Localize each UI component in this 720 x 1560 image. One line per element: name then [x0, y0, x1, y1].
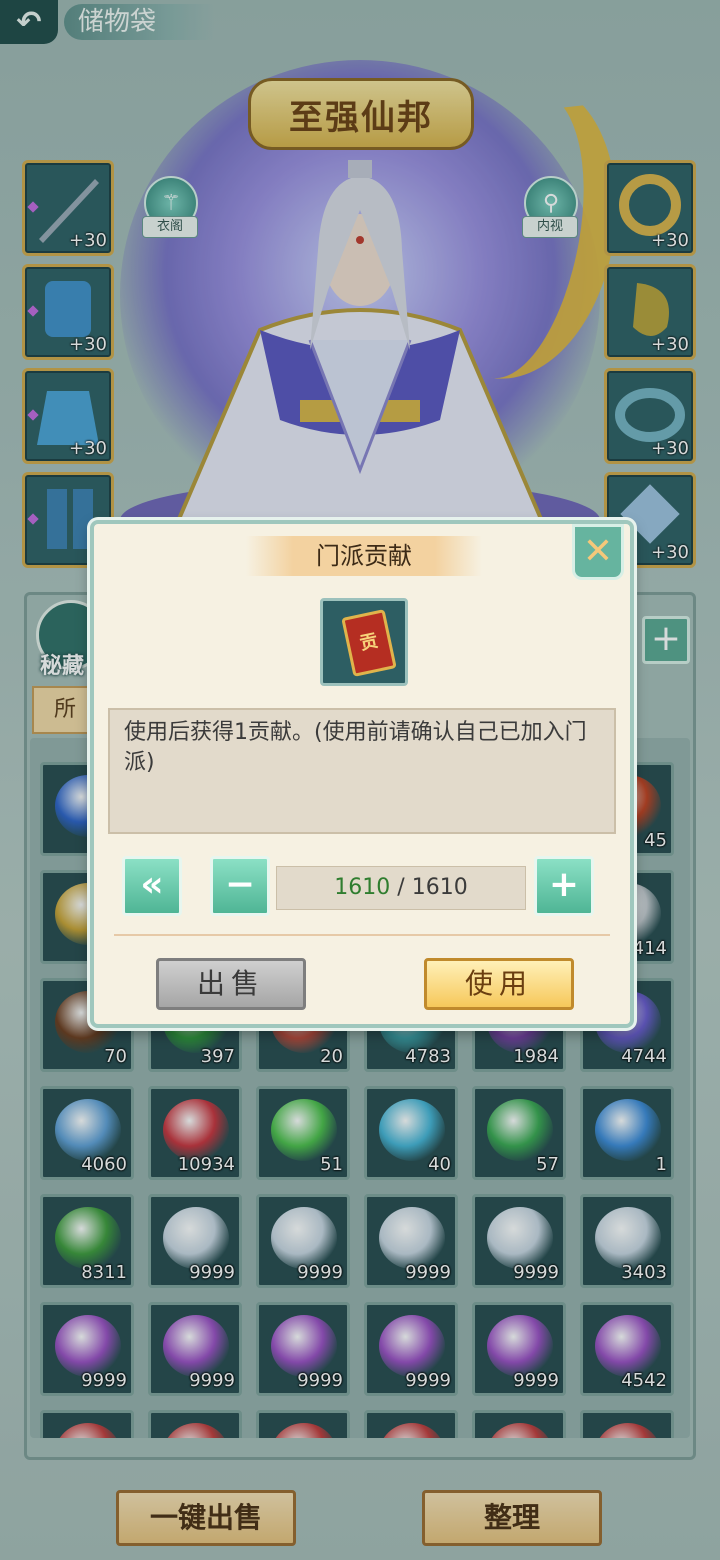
decrease-button[interactable]: − [210, 856, 270, 916]
minus-icon: − [224, 864, 256, 905]
sect-token-icon: 贡 [341, 609, 397, 677]
quantity-separator: / [390, 875, 412, 900]
quantity-max: 1610 [411, 875, 468, 900]
close-icon: ✕ [582, 531, 614, 572]
divider [114, 934, 610, 936]
close-button[interactable]: ✕ [572, 524, 624, 580]
item-icon-slot: 贡 [320, 598, 408, 686]
plus-icon: + [548, 864, 580, 905]
double-chevron-left-icon: « [140, 864, 164, 905]
use-button[interactable]: 使用 [424, 958, 574, 1010]
dialog-title: 门派贡献 [246, 536, 482, 576]
max-button[interactable]: « [122, 856, 182, 916]
quantity-field[interactable]: 1610 / 1610 [276, 866, 526, 910]
increase-button[interactable]: + [534, 856, 594, 916]
quantity-current: 1610 [334, 875, 391, 900]
sell-button[interactable]: 出售 [156, 958, 306, 1010]
item-use-dialog: 门派贡献 ✕ 贡 使用后获得1贡献。(使用前请确认自己已加入门派) « − 16… [90, 520, 634, 1028]
item-description: 使用后获得1贡献。(使用前请确认自己已加入门派) [108, 708, 616, 834]
